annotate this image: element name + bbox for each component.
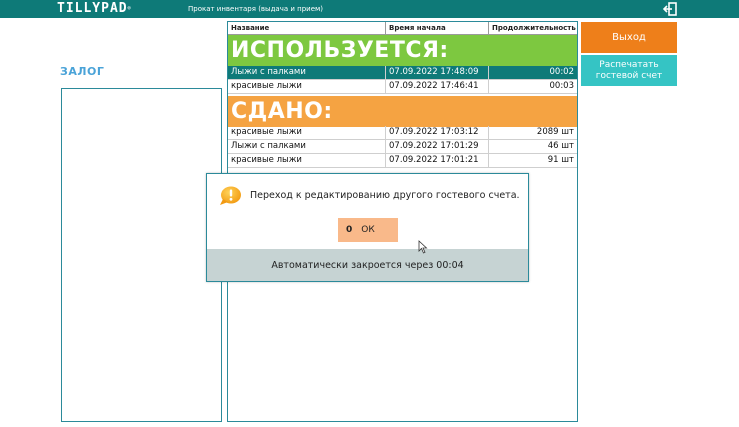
cell-duration: 00:03 (549, 81, 575, 91)
exit-button[interactable]: Выход (581, 22, 677, 53)
table-row[interactable]: красивые лыжи 07.09.2022 17:01:21 91 шт (228, 154, 577, 168)
ok-hotkey: 0 (346, 225, 353, 235)
app-title: Прокат инвентаря (выдача и прием) (188, 5, 324, 13)
warning-bubble-icon (220, 186, 241, 205)
table-row[interactable]: красивые лыжи 07.09.2022 17:46:41 00:03 (228, 80, 577, 94)
cell-start: 07.09.2022 17:03:12 (386, 126, 489, 139)
deposit-title: ЗАЛОГ (60, 65, 105, 78)
section-in-use: ИСПОЛЬЗУЕТСЯ: (228, 35, 577, 66)
cell-name: красивые лыжи (228, 80, 386, 93)
cell-name: красивые лыжи (228, 126, 386, 139)
cell-duration: 91 шт (547, 155, 574, 165)
table-row[interactable]: Лыжи с палками 07.09.2022 17:01:29 46 шт (228, 140, 577, 154)
app-window: TILLYPAD® Прокат инвентаря (выдача и при… (0, 0, 739, 427)
print-guest-bill-button[interactable]: Распечатать гостевой счет (581, 55, 677, 86)
ok-label: ОК (361, 225, 375, 235)
cell-start: 07.09.2022 17:01:29 (386, 140, 489, 153)
logo: TILLYPAD® (57, 1, 132, 16)
ok-button[interactable]: 0 ОК (338, 218, 398, 242)
logout-icon[interactable] (662, 1, 678, 17)
table-row[interactable]: Лыжи с палками 07.09.2022 17:48:09 00:02 (228, 66, 577, 80)
column-header-duration[interactable]: Продолжительность (489, 22, 577, 34)
cell-duration: 00:02 (489, 66, 577, 79)
info-dialog: Переход к редактированию другого гостево… (206, 173, 529, 282)
table-row[interactable]: красивые лыжи 07.09.2022 17:03:12 2089 ш… (228, 126, 577, 140)
cell-name: Лыжи с палками (228, 66, 386, 79)
cell-name: Лыжи с палками (228, 140, 386, 153)
column-header-start-time[interactable]: Время начала (386, 22, 489, 34)
cell-duration: 46 шт (547, 141, 574, 151)
cell-name: красивые лыжи (228, 154, 386, 167)
cell-start: 07.09.2022 17:01:21 (386, 154, 489, 167)
table-header: Название Время начала Продолжительность (228, 22, 577, 35)
dialog-auto-close-note: Автоматически закроется через 00:04 (207, 249, 528, 281)
cell-start: 07.09.2022 17:48:09 (386, 66, 489, 79)
section-returned: СДАНО: (228, 96, 577, 127)
deposit-panel[interactable] (61, 88, 222, 422)
cell-start: 07.09.2022 17:46:41 (386, 80, 489, 93)
dialog-message: Переход к редактированию другого гостево… (250, 190, 520, 201)
column-header-name[interactable]: Название (228, 22, 386, 34)
cell-duration: 2089 шт (536, 127, 574, 137)
mouse-cursor-icon (418, 240, 428, 254)
top-bar: TILLYPAD® Прокат инвентаря (выдача и при… (0, 0, 739, 18)
